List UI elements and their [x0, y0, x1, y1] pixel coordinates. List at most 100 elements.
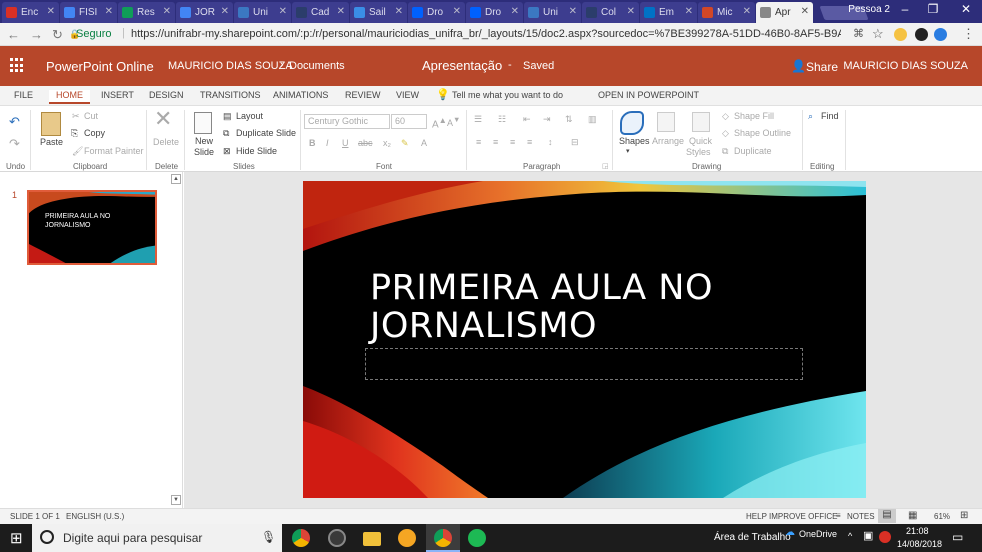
close-tab-icon[interactable]: ✕ [221, 6, 229, 17]
fit-slide-icon[interactable]: ⊞ [960, 510, 968, 521]
close-tab-icon[interactable]: ✕ [47, 6, 55, 17]
highlight-icon[interactable]: ✎ [401, 138, 409, 149]
microphone-icon[interactable]: 🎙 [261, 530, 276, 544]
open-in-powerpoint[interactable]: OPEN IN POWERPOINT [598, 90, 699, 100]
zoom-level[interactable]: 61% [934, 512, 950, 521]
duplicate-button[interactable]: Duplicate [734, 146, 772, 156]
text-direction-icon[interactable]: ⇅ [565, 114, 573, 125]
new-slide-button[interactable]: New [195, 136, 213, 146]
windows-start-icon[interactable]: ⊞ [10, 529, 23, 547]
document-title[interactable]: Apresentação [422, 58, 502, 73]
tab-view[interactable]: VIEW [396, 90, 419, 100]
shrink-font-icon[interactable]: A▼ [447, 115, 460, 128]
shapes-dropdown-icon[interactable]: ▾ [626, 147, 630, 155]
user-name[interactable]: MAURICIO DIAS SOUZA [843, 60, 968, 72]
onedrive-icon[interactable]: ☁ [785, 527, 795, 538]
browser-tab[interactable]: Sail ✕ [350, 2, 407, 23]
app-name[interactable]: PowerPoint Online [46, 59, 154, 74]
browser-tab[interactable]: JOR ✕ [176, 2, 233, 23]
align-center-icon[interactable]: ≡ [493, 137, 498, 147]
minimize-icon[interactable]: – [891, 2, 919, 16]
browser-tab[interactable]: Col ✕ [582, 2, 639, 23]
browser-tab[interactable]: Em ✕ [640, 2, 697, 23]
format-painter-button[interactable]: Format Painter [84, 146, 144, 156]
shape-fill-button[interactable]: Shape Fill [734, 111, 774, 121]
emoji-extension-icon[interactable] [894, 28, 907, 41]
tray-expand-icon[interactable]: ^ [848, 531, 852, 541]
close-tab-icon[interactable]: ✕ [685, 6, 693, 17]
reload-icon[interactable]: ↻ [52, 27, 63, 43]
hide-slide-button[interactable]: Hide Slide [236, 146, 277, 156]
new-slide-icon[interactable] [194, 112, 212, 134]
file-explorer-icon[interactable] [363, 532, 381, 546]
close-tab-icon[interactable]: ✕ [453, 6, 461, 17]
language-status[interactable]: ENGLISH (U.S.) [66, 512, 124, 521]
paste-icon[interactable] [41, 112, 61, 136]
font-name-combo[interactable]: Century Gothic [304, 114, 390, 129]
extension-icon-2[interactable] [934, 28, 947, 41]
arrange-button[interactable]: Arrange [652, 136, 684, 146]
paragraph-launcher-icon[interactable]: ◲ [602, 162, 609, 170]
tab-file[interactable]: FILE [14, 90, 33, 100]
normal-view-icon[interactable]: ▤ [878, 509, 896, 523]
font-size-combo[interactable]: 60 [391, 114, 427, 129]
browser-tab[interactable]: Cad ✕ [292, 2, 349, 23]
tell-me-input[interactable]: Tell me what you want to do [452, 90, 563, 100]
star-icon[interactable]: ☆ [872, 26, 884, 42]
clock-date[interactable]: 14/08/2018 [897, 539, 942, 549]
shape-outline-button[interactable]: Shape Outline [734, 128, 791, 138]
current-slide[interactable]: PRIMEIRA AULA NO JORNALISMO [303, 181, 866, 498]
breadcrumb-folder[interactable]: Documents [289, 60, 345, 72]
close-tab-icon[interactable]: ✕ [801, 6, 809, 17]
close-tab-icon[interactable]: ✕ [337, 6, 345, 17]
back-icon[interactable]: ← [7, 27, 20, 42]
browser-tab[interactable]: Res ✕ [118, 2, 175, 23]
slide-title[interactable]: PRIMEIRA AULA NO JORNALISMO [370, 269, 713, 345]
font-color-icon[interactable]: A [421, 138, 427, 148]
close-tab-icon[interactable]: ✕ [743, 6, 751, 17]
spotify-icon[interactable] [468, 529, 486, 547]
maximize-icon[interactable]: ❐ [919, 2, 947, 16]
subscript-icon[interactable]: x₂ [383, 138, 391, 148]
translate-icon[interactable]: ⌘ [853, 27, 864, 40]
new-slide-button-line2[interactable]: Slide [194, 147, 214, 157]
slide-title-line1[interactable]: PRIMEIRA AULA NO [370, 269, 713, 307]
firefox-icon[interactable] [398, 529, 416, 547]
onedrive-label[interactable]: OneDrive [799, 529, 837, 539]
notes-button[interactable]: NOTES [847, 512, 875, 521]
quick-styles-button[interactable]: Quick [689, 136, 712, 146]
close-tab-icon[interactable]: ✕ [163, 6, 171, 17]
extension-icon[interactable] [915, 28, 928, 41]
browser-tab[interactable]: FISI ✕ [60, 2, 117, 23]
tab-insert[interactable]: INSERT [101, 90, 134, 100]
bold-icon[interactable]: B [309, 138, 316, 148]
close-tab-icon[interactable]: ✕ [105, 6, 113, 17]
tab-review[interactable]: REVIEW [345, 90, 381, 100]
underline-icon[interactable]: U [342, 138, 349, 148]
paste-button[interactable]: Paste [40, 137, 63, 147]
redo-icon[interactable]: ↷ [9, 136, 20, 152]
help-improve-link[interactable]: HELP IMPROVE OFFICE [746, 512, 837, 521]
browser-tab[interactable]: Apr ✕ [756, 2, 813, 23]
delete-button[interactable]: Delete [153, 137, 179, 147]
taskbar-search[interactable]: Digite aqui para pesquisar 🎙 [32, 524, 282, 552]
close-tab-icon[interactable]: ✕ [627, 6, 635, 17]
antivirus-icon[interactable] [879, 531, 891, 543]
justify-icon[interactable]: ≡ [527, 137, 532, 147]
increase-indent-icon[interactable]: ⇥ [543, 114, 551, 125]
duplicate-slide-button[interactable]: Duplicate Slide [236, 128, 296, 138]
app-icon[interactable] [328, 529, 346, 547]
desktop-toolbar[interactable]: Área de Trabalho [714, 532, 791, 543]
browser-tab[interactable]: Mic ✕ [698, 2, 755, 23]
close-tab-icon[interactable]: ✕ [511, 6, 519, 17]
clock-time[interactable]: 21:08 [906, 526, 929, 536]
align-text-icon[interactable]: ⊟ [571, 137, 579, 148]
tab-animations[interactable]: ANIMATIONS [273, 90, 328, 100]
slide-title-line2[interactable]: JORNALISMO [370, 307, 713, 345]
close-tab-icon[interactable]: ✕ [279, 6, 287, 17]
tab-design[interactable]: DESIGN [149, 90, 184, 100]
strikethrough-icon[interactable]: abc [358, 138, 373, 148]
browser-tab[interactable]: Uni ✕ [234, 2, 291, 23]
subtitle-placeholder[interactable] [365, 348, 803, 380]
arrange-icon[interactable] [657, 112, 675, 132]
